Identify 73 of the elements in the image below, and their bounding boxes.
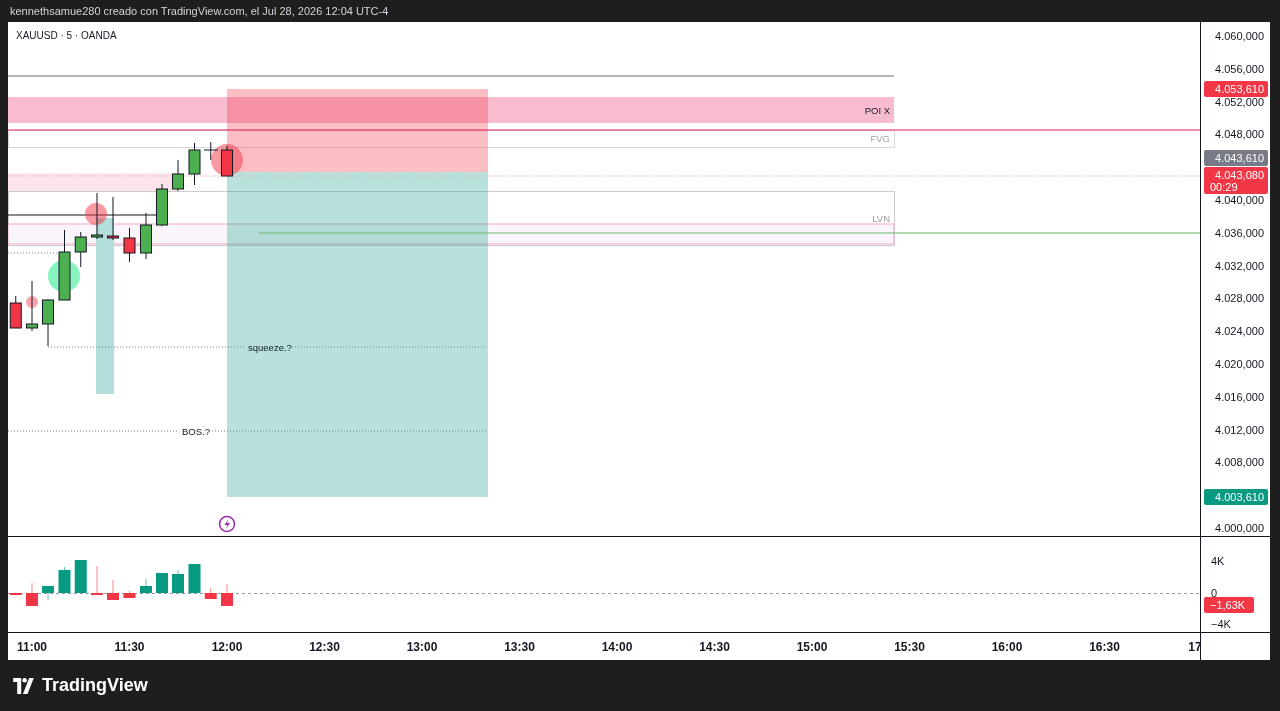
fvg-label: FVG [870, 133, 890, 144]
time-label: 11:30 [114, 640, 145, 654]
price-label: 4.040,000 [1215, 194, 1264, 206]
volume-badge-text: −1,63K [1210, 599, 1246, 611]
volume-bar [26, 582, 38, 607]
candle [74, 231, 87, 268]
candle [203, 141, 219, 161]
time-label: 13:00 [406, 640, 438, 654]
poi-label: POI X [864, 105, 890, 116]
time-label: 16:30 [1089, 640, 1120, 654]
symbol-title: XAUUSD · 5 · OANDA [16, 30, 117, 41]
candle [140, 212, 152, 260]
price-label: 4.048,000 [1215, 128, 1264, 141]
candle [107, 196, 119, 241]
price-label: 4.032,000 [1215, 259, 1264, 272]
time-label: 16:00 [991, 640, 1023, 654]
volume-bar [204, 587, 217, 600]
price-badge-text: 4.053,610 [1215, 83, 1264, 95]
dotted-level-line [8, 252, 58, 254]
signal-circle [26, 296, 38, 308]
time-label: 14:00 [601, 640, 633, 654]
price-label: 4.024,000 [1215, 325, 1264, 338]
candle [156, 183, 168, 227]
volume-bar [107, 579, 119, 601]
price-label: 4.056,000 [1215, 62, 1264, 75]
time-label: 14:30 [699, 640, 730, 654]
lightning-icon [218, 515, 236, 533]
candle [123, 227, 136, 263]
volume-bar [221, 583, 233, 607]
candle [91, 192, 103, 240]
volume-axis-label: −4K [1211, 618, 1231, 630]
volume-axis-label: 0 [1211, 587, 1218, 599]
logo-icon [10, 677, 37, 694]
time-label: 12:00 [211, 640, 243, 654]
time-label: 12:30 [309, 640, 340, 654]
bos-label: BOS.? [182, 426, 210, 437]
price-badge-text: 4.043,080 [1215, 169, 1264, 181]
price-label: 4.060,000 [1215, 30, 1264, 42]
price-label: 4.016,000 [1215, 390, 1264, 403]
price-label: 4.012,000 [1215, 423, 1264, 436]
candle [58, 229, 71, 301]
squeeze-label: squeeze.? [248, 342, 292, 353]
time-label: 15:00 [796, 640, 828, 654]
countdown-text: 00:29 [1210, 181, 1238, 193]
price-badge-text: 4.043,610 [1215, 152, 1264, 164]
candle [42, 298, 54, 347]
volume-bar [9, 592, 22, 595]
candle [221, 145, 233, 177]
candle [172, 159, 184, 192]
signal-circle [85, 203, 107, 225]
volume-bar [140, 578, 152, 594]
price-label: 4.052,000 [1215, 95, 1264, 108]
volume-bar [172, 569, 184, 594]
time-label: 13:30 [504, 640, 535, 654]
volume-axis-label: 4K [1211, 555, 1225, 567]
price-label: 4.036,000 [1215, 226, 1264, 239]
volume-bar [42, 585, 54, 601]
price-badge-text: 4.003,610 [1215, 491, 1264, 503]
time-label: 11:00 [17, 640, 47, 654]
brand-name: TradingView [42, 675, 148, 696]
price-label: 4.000,000 [1215, 522, 1264, 534]
candle [9, 295, 22, 329]
price-label: 4.008,000 [1215, 456, 1264, 469]
time-label: 15:30 [894, 640, 925, 654]
candle [188, 142, 201, 186]
price-label: 4.020,000 [1215, 358, 1264, 370]
candle [26, 280, 38, 332]
volume-bar [156, 572, 168, 594]
attribution-text: kennethsamue280 creado con TradingView.com, el Jul 28, 2026 12:04 UTC-4 [10, 5, 389, 17]
lvn-label: LVN [872, 213, 890, 224]
volume-bar [91, 565, 103, 596]
volume-bar [123, 590, 136, 599]
price-label: 4.028,000 [1215, 292, 1264, 305]
